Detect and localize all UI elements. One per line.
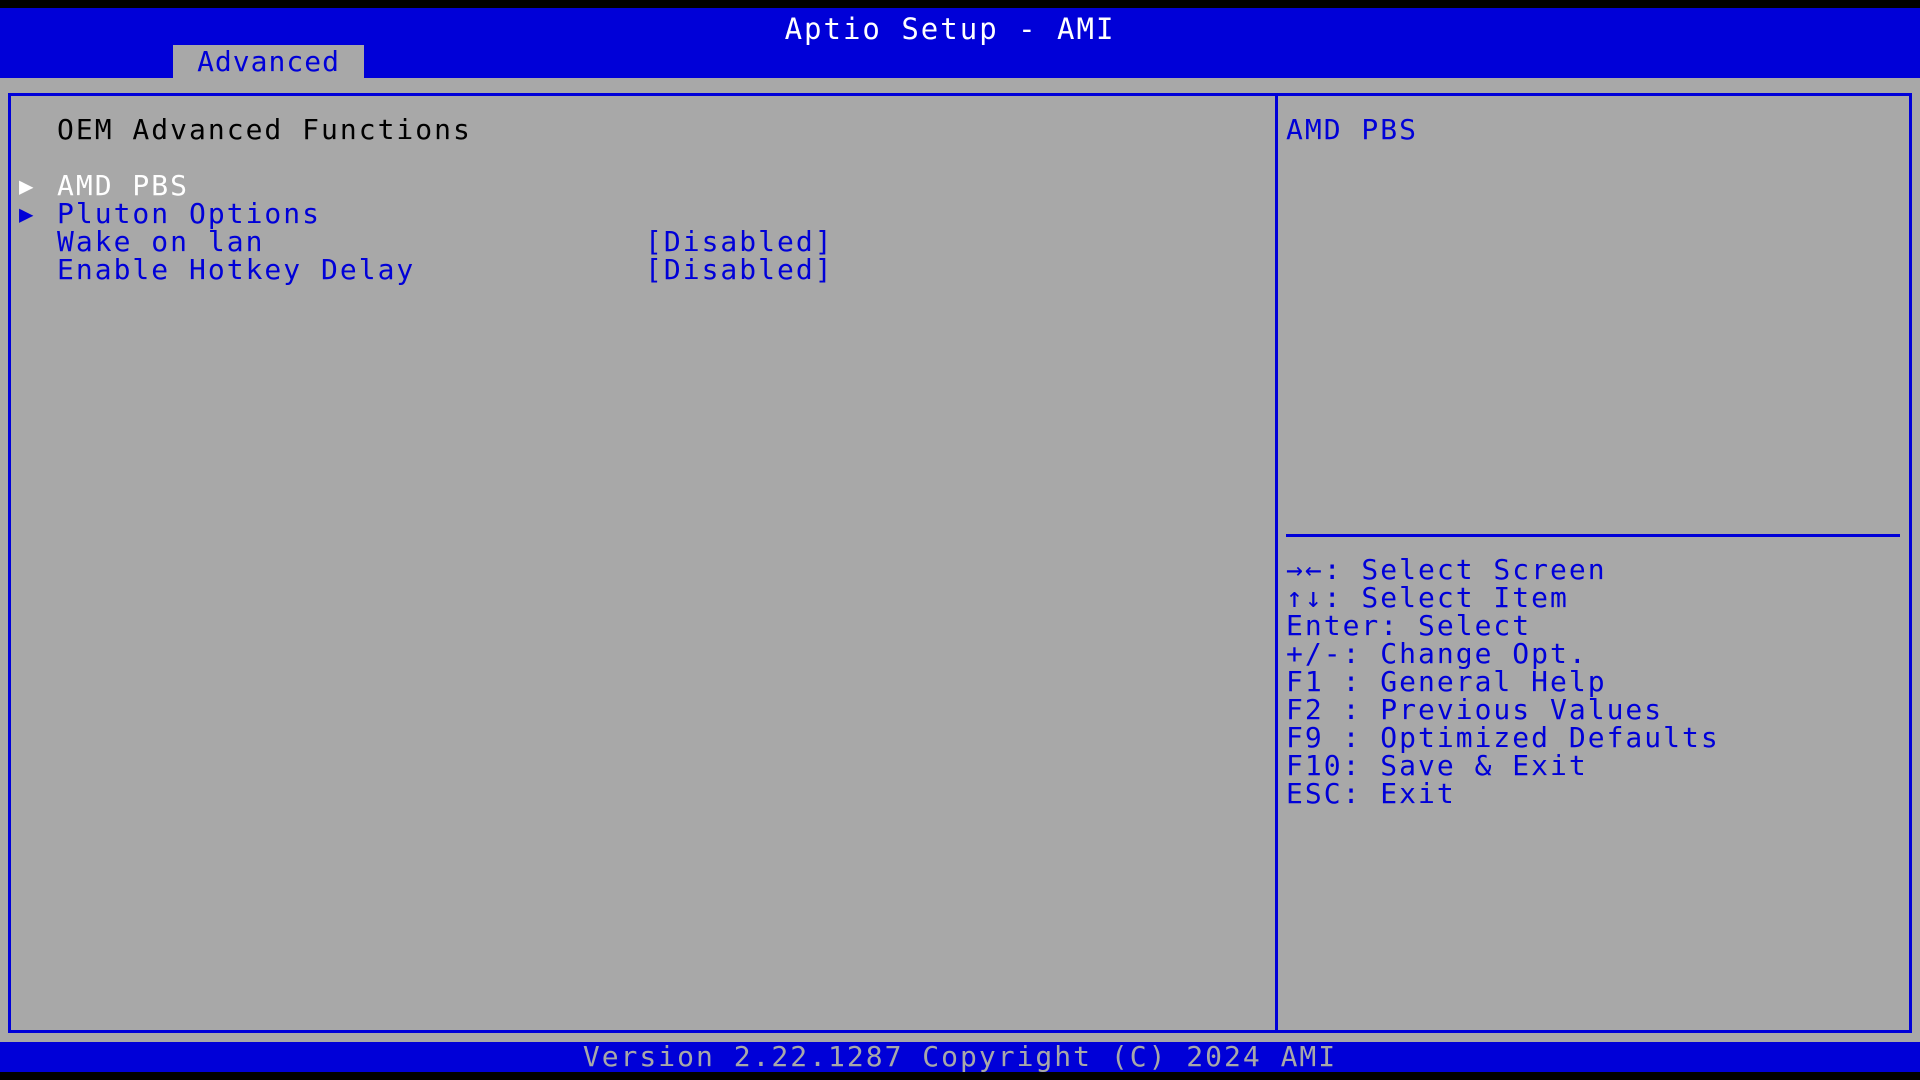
tab-advanced[interactable]: Advanced: [173, 45, 364, 78]
submenu-arrow-icon: ▶: [19, 200, 36, 228]
help-divider: [1286, 534, 1900, 537]
help-description: AMD PBS: [1286, 113, 1419, 146]
header-bar: Aptio Setup - AMI Advanced: [0, 8, 1920, 78]
app-title: Aptio Setup - AMI: [784, 12, 1116, 46]
setting-label: Enable Hotkey Delay: [57, 253, 416, 286]
settings-panel: OEM Advanced Functions ▶ AMD PBS ▶ Pluto…: [8, 93, 1278, 1033]
key-hint-exit: ESC: Exit: [1286, 777, 1456, 810]
main-area: OEM Advanced Functions ▶ AMD PBS ▶ Pluto…: [0, 78, 1920, 1042]
help-panel: AMD PBS →←: Select Screen ↑↓: Select Ite…: [1275, 93, 1912, 1033]
bios-screen: Aptio Setup - AMI Advanced OEM Advanced …: [0, 8, 1920, 1072]
setting-enable-hotkey-delay[interactable]: Enable Hotkey Delay [Disabled]: [57, 253, 832, 287]
page-title: OEM Advanced Functions: [57, 113, 472, 146]
setting-value[interactable]: [Disabled]: [645, 253, 834, 287]
footer-version: Version 2.22.1287 Copyright (C) 2024 AMI: [0, 1042, 1920, 1072]
